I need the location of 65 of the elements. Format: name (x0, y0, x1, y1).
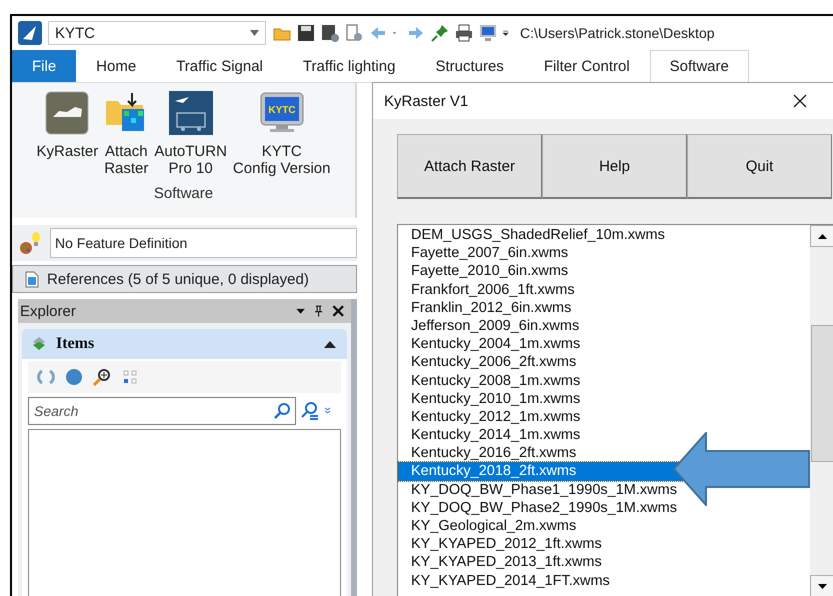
document-icon (25, 270, 39, 288)
references-bar[interactable]: References (5 of 5 unique, 0 displayed) (12, 265, 357, 293)
down-arrow-icon (818, 584, 826, 588)
file-list-item[interactable]: Frankfort_2006_1ft.xwms (411, 282, 575, 298)
file-list-item[interactable]: Kentucky_2008_1m.xwms (411, 372, 580, 388)
feature-definition-field[interactable]: No Feature Definition (50, 228, 357, 258)
ribbon-tab[interactable]: Traffic lighting (282, 50, 416, 82)
ribbon-button[interactable]: AutoTURN Pro 10 (152, 91, 229, 177)
explorer-title: Explorer (20, 302, 76, 320)
file-list-item[interactable]: KY_KYAPED_2014_1FT.xwms (411, 572, 610, 589)
truck-icon (168, 91, 213, 135)
file-list-item[interactable]: KY_DOQ_BW_Phase2_1990s_1M.xwms (411, 500, 677, 516)
save-icon[interactable] (296, 23, 316, 43)
file-list-item[interactable]: KY_DOQ_BW_Phase1_1990s_1M.xwms (411, 482, 677, 498)
ribbon-tab[interactable]: Structures (415, 50, 524, 82)
file-list-item[interactable]: Fayette_2007_6in.xwms (411, 245, 568, 262)
file-list-item[interactable]: KY_KYAPED_2012_1ft.xwms (411, 536, 602, 552)
app-logo-icon[interactable] (18, 21, 42, 45)
search-icon[interactable] (272, 401, 292, 421)
ribbon-tab[interactable]: Filter Control (524, 50, 650, 82)
dialog-button[interactable]: Attach Raster (397, 134, 542, 199)
up-arrow-icon (818, 234, 826, 238)
file-menu-tab[interactable]: File (12, 50, 76, 82)
file-list-item[interactable]: Fayette_2010_6in.xwms (411, 263, 568, 280)
scroll-up-button[interactable] (810, 225, 833, 247)
references-label: References (5 of 5 unique, 0 displayed) (47, 270, 309, 288)
scroll-thumb[interactable] (811, 325, 833, 462)
file-list-item[interactable]: Kentucky_2010_1m.xwms (411, 390, 580, 407)
printer-icon[interactable] (454, 23, 474, 43)
collapse-icon[interactable] (323, 339, 337, 349)
section-title: Items (56, 335, 96, 353)
workspace-dropdown[interactable]: KYTC (48, 21, 266, 45)
file-list-item[interactable]: Franklin_2012_6in.xwms (411, 300, 572, 316)
map-icon (45, 91, 90, 135)
file-list-item[interactable]: KY_KYAPED_2013_1ft.xwms (411, 554, 602, 570)
scroll-down-button[interactable] (810, 575, 833, 596)
file-list-item[interactable]: Kentucky_2012_1m.xwms (411, 408, 580, 425)
zoom-in-icon[interactable] (92, 367, 112, 387)
dialog-button[interactable]: Quit (687, 134, 832, 199)
file-list-item[interactable]: Kentucky_2016_2ft.xwms (411, 445, 576, 462)
dialog-button[interactable]: Help (542, 134, 687, 199)
ribbon-button[interactable]: KYTC KYTC Config Version (230, 91, 332, 177)
scrollbar[interactable] (810, 225, 833, 596)
sphere-icon[interactable] (64, 367, 84, 387)
file-list-item[interactable]: Jefferson_2009_6in.xwms (411, 318, 580, 334)
close-icon[interactable] (793, 94, 807, 108)
dialog-title: KyRaster V1 (384, 92, 468, 110)
ribbon-group-label: Software (154, 185, 214, 202)
ribbon-tab[interactable]: Home (76, 50, 156, 82)
items-section-header[interactable]: Items (22, 329, 347, 359)
layers-icon (32, 336, 46, 352)
file-list-item[interactable]: DEM_USGS_ShadedRelief_10m.xwms (411, 227, 665, 243)
ribbon-tab[interactable]: Traffic Signal (156, 50, 283, 82)
search-filter-icon[interactable] (300, 401, 320, 421)
ribbon-tab[interactable]: Software (650, 50, 749, 82)
search-field[interactable]: Search (28, 397, 296, 425)
ribbon-button[interactable]: KyRaster (34, 91, 100, 160)
file-list-item[interactable]: Kentucky_2006_2ft.xwms (411, 354, 576, 370)
dropdown-arrow-icon[interactable] (250, 30, 259, 36)
file-list-item[interactable]: Kentucky_2014_1m.xwms (411, 427, 580, 444)
monitor-icon[interactable] (478, 23, 498, 43)
file-path: C:\Users\Patrick.stone\Desktop (520, 25, 715, 41)
file-list-item[interactable]: Kentucky_2004_1m.xwms (411, 336, 580, 352)
file-list-item[interactable]: KY_Geological_2m.xwms (411, 518, 576, 534)
ribbon-button[interactable]: Attach Raster (102, 91, 150, 177)
